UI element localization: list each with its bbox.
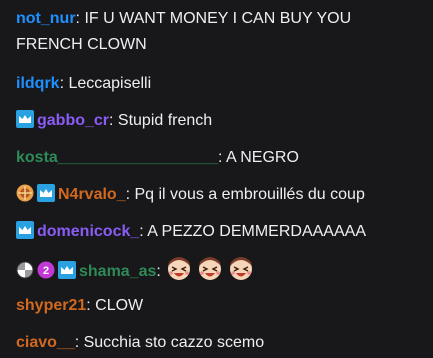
chat-username[interactable]: not_nur <box>16 10 76 27</box>
chat-message: kosta__________________: A NEGRO <box>16 145 421 171</box>
chat-message: domenicock_: A PEZZO DEMMERDAAAAAA <box>16 219 421 245</box>
chat-message: 2 shama_as: <box>16 256 421 285</box>
chat-username[interactable]: shama_as <box>79 263 156 280</box>
chat-username[interactable]: ildqrk <box>16 75 60 92</box>
chat-message: ciavo__: Succhia sto cazzo scemo <box>16 330 421 356</box>
chat-message: shyper21: CLOW <box>16 293 421 319</box>
subscriber-crown-icon[interactable] <box>58 261 76 279</box>
chat-username[interactable]: gabbo_cr <box>37 112 109 129</box>
chat-username[interactable]: shyper21 <box>16 297 86 314</box>
chat-username[interactable]: N4rvalo_ <box>58 186 126 203</box>
sub-gifter-2-badge-icon[interactable]: 2 <box>37 261 55 279</box>
chat-username[interactable]: domenicock_ <box>37 223 139 240</box>
event-badge-icon[interactable] <box>16 184 34 202</box>
chat-text: Stupid french <box>117 112 213 129</box>
chat-text: Pq il vous a embrouillés du coup <box>134 186 365 203</box>
chat-message: gabbo_cr: Stupid french <box>16 108 421 134</box>
svg-text:2: 2 <box>43 265 49 277</box>
subscriber-crown-icon[interactable] <box>37 184 55 202</box>
chat-separator: : <box>109 112 118 129</box>
chat-text: A PEZZO DEMMERDAAAAAA <box>147 223 366 240</box>
subscriber-crown-icon[interactable] <box>16 110 34 128</box>
chat-panel: not_nur: IF U WANT MONEY I CAN BUY YOU F… <box>0 0 433 358</box>
chat-message: N4rvalo_: Pq il vous a embrouillés du co… <box>16 182 421 208</box>
pinwheel-badge-icon[interactable] <box>16 261 34 279</box>
chat-username[interactable]: kosta__________________ <box>16 149 218 166</box>
chat-username[interactable]: ciavo__ <box>16 334 75 351</box>
chat-text: Leccapiselli <box>68 75 152 92</box>
chat-text: Succhia sto cazzo scemo <box>83 334 265 351</box>
chat-message: not_nur: IF U WANT MONEY I CAN BUY YOU F… <box>16 6 421 58</box>
chat-text: A NEGRO <box>225 149 299 166</box>
chat-message: ildqrk: Leccapiselli <box>16 71 421 97</box>
laughing-emote[interactable] <box>196 256 224 282</box>
chat-separator: : <box>217 149 226 166</box>
chat-separator: : <box>86 297 96 314</box>
chat-separator: : <box>74 334 84 351</box>
laughing-emote[interactable] <box>227 256 255 282</box>
chat-separator: : <box>156 263 166 280</box>
subscriber-crown-icon[interactable] <box>16 221 34 239</box>
chat-text: CLOW <box>95 297 144 314</box>
laughing-emote[interactable] <box>165 256 193 282</box>
